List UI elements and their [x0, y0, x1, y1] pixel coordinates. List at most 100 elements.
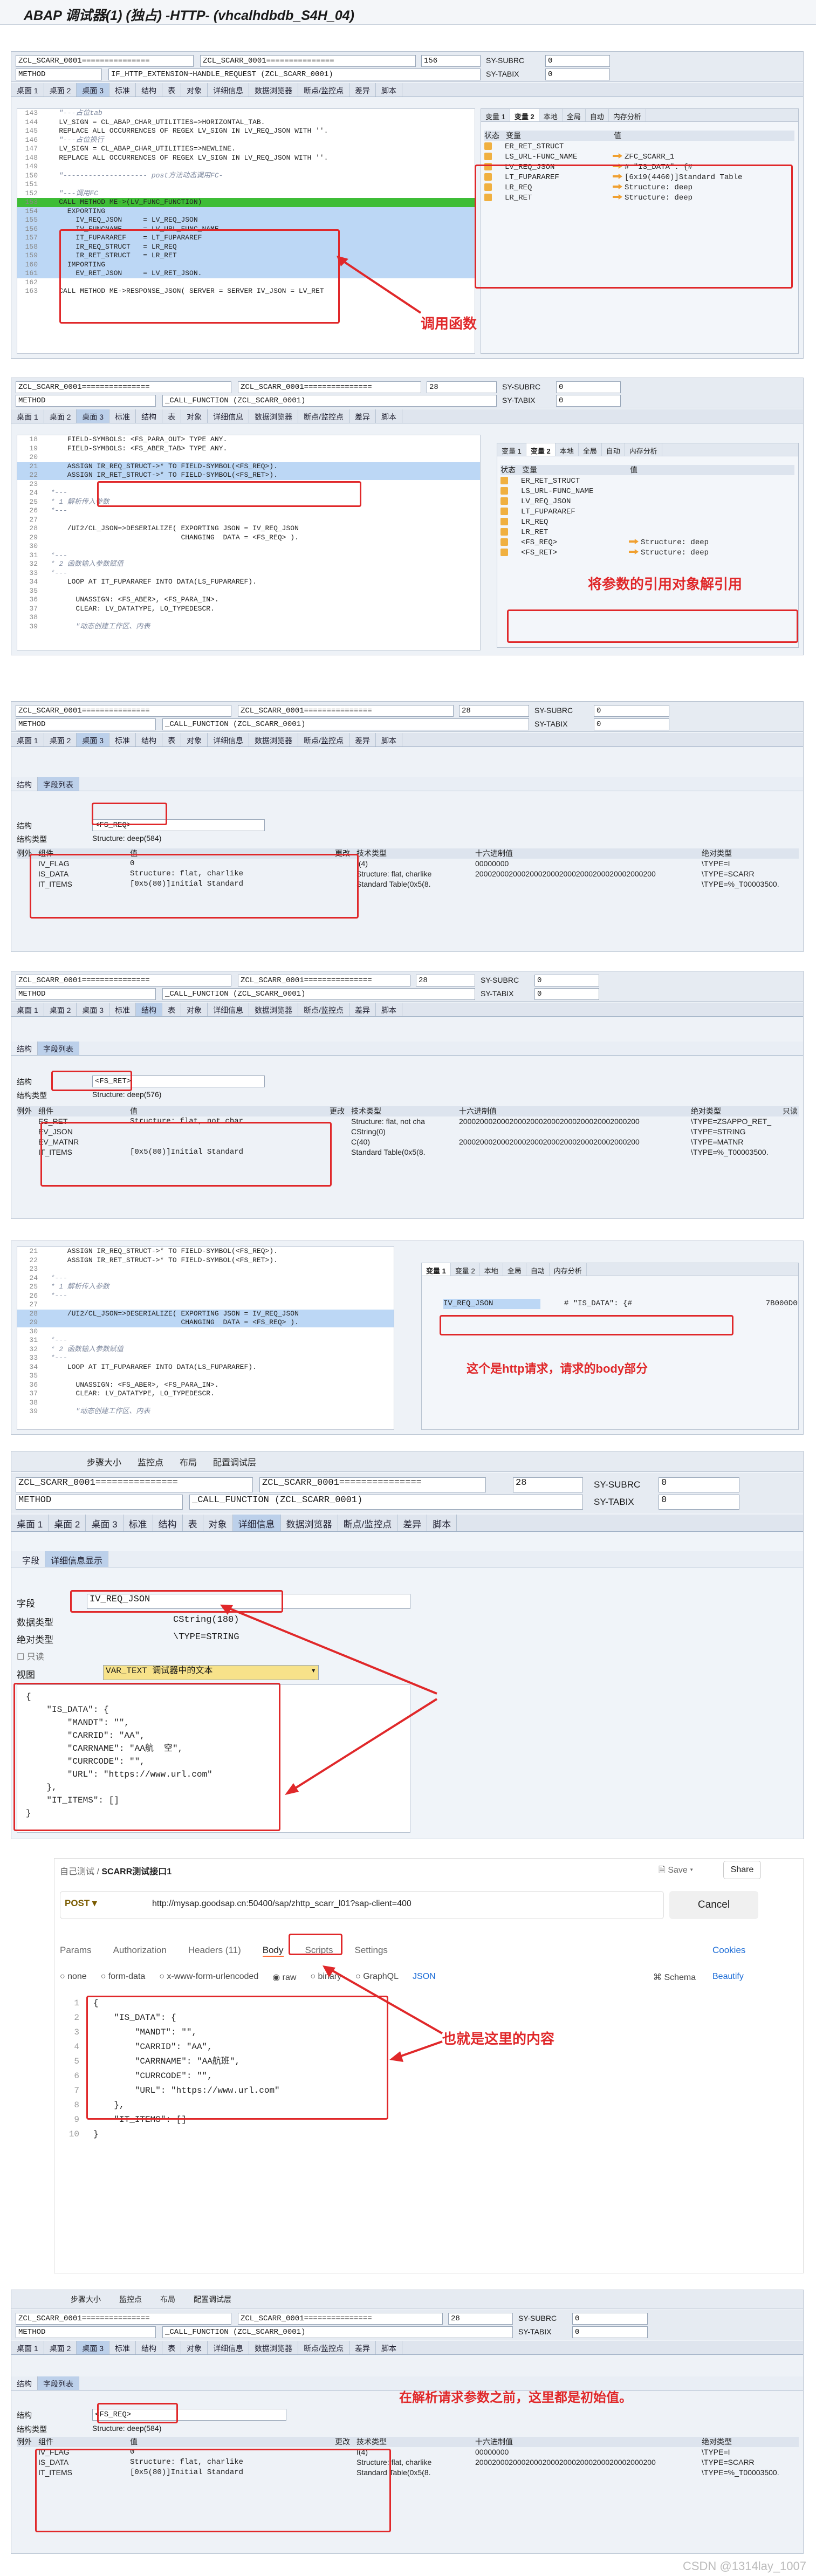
tab-3[interactable]: 标准 [109, 83, 136, 97]
include-field[interactable]: ZCL_SCARR_0001=============== [238, 381, 421, 393]
tab-2[interactable]: 桌面 3 [77, 83, 110, 97]
variable-row[interactable]: LS_URL-FUNC_NAME ZFC_SCARR_1 [484, 151, 794, 161]
tab-0[interactable]: 桌面 1 [11, 1515, 49, 1531]
tab-3[interactable]: 标准 [109, 2341, 136, 2354]
toolbar-button-1[interactable]: 监控点 [119, 2294, 142, 2305]
variable-tab-0[interactable]: 变量 1 [422, 1263, 451, 1276]
tab-7[interactable]: 详细信息 [232, 1515, 281, 1531]
tab-8[interactable]: 数据浏览器 [249, 733, 299, 746]
tab-3[interactable]: 标准 [109, 409, 136, 423]
variable-row[interactable]: IV_REQ_JSON # "IS_DATA": {# 7B000D000 [443, 1298, 798, 1309]
tab-6[interactable]: 对象 [181, 83, 208, 97]
tab-10[interactable]: 差异 [349, 83, 376, 97]
save-button[interactable]: 🗎 Save ▾ [659, 1864, 693, 1879]
variable-tab-2[interactable]: 本地 [480, 1263, 503, 1276]
variable-tab-5[interactable]: 内存分析 [550, 1263, 587, 1276]
tab-11[interactable]: 脚本 [376, 2341, 402, 2354]
variable-row[interactable]: <FS_REQ> Structure: deep [500, 537, 794, 547]
tab-field-list[interactable]: 字段列表 [38, 1042, 79, 1055]
program-field[interactable]: ZCL_SCARR_0001=============== [16, 1477, 253, 1492]
body-type-2[interactable]: ○ x-www-form-urlencoded [159, 1972, 258, 1983]
tab-9[interactable]: 断点/监控点 [298, 83, 349, 97]
tab-6[interactable]: 对象 [181, 1003, 208, 1016]
tab-11[interactable]: 脚本 [376, 733, 402, 746]
tab-4[interactable]: 结构 [136, 2341, 163, 2354]
variable-tab-3[interactable]: 全局 [563, 109, 586, 121]
tab-2[interactable]: 桌面 3 [86, 1515, 124, 1531]
breadcrumb-request[interactable]: SCARR测试接口1 [101, 1867, 172, 1876]
method-field[interactable]: _CALL_FUNCTION (ZCL_SCARR_0001) [162, 718, 529, 730]
tab-11[interactable]: 脚本 [427, 1515, 457, 1531]
variable-tab-1[interactable]: 变量 2 [510, 109, 539, 121]
tab-1[interactable]: 桌面 2 [44, 83, 77, 97]
program-field[interactable]: ZCL_SCARR_0001=============== [16, 55, 194, 67]
include-field[interactable]: ZCL_SCARR_0001=============== [238, 2313, 443, 2325]
request-tab-2[interactable]: Headers (11) [188, 1945, 241, 1957]
include-field[interactable]: ZCL_SCARR_0001=============== [200, 55, 416, 67]
method-field[interactable]: IF_HTTP_EXTENSION~HANDLE_REQUEST (ZCL_SC… [108, 68, 481, 80]
tab-3[interactable]: 标准 [124, 1515, 153, 1531]
tab-7[interactable]: 详细信息 [208, 83, 250, 97]
source-code-editor[interactable]: 21 ASSIGN IR_REQ_STRUCT->* TO FIELD-SYMB… [17, 1246, 394, 1430]
tab-6[interactable]: 对象 [181, 733, 208, 746]
variable-row[interactable]: LR_RET [500, 526, 794, 537]
tab-4[interactable]: 结构 [136, 409, 163, 423]
tab-5[interactable]: 表 [162, 83, 182, 97]
tab-structure[interactable]: 结构 [11, 777, 38, 791]
variable-tab-2[interactable]: 本地 [539, 109, 563, 121]
tab-5[interactable]: 表 [162, 1003, 182, 1016]
config-layer-button[interactable]: 配置调试层 [213, 1455, 256, 1468]
tab-10[interactable]: 差异 [349, 409, 376, 423]
tab-structure[interactable]: 结构 [11, 2376, 38, 2390]
tab-11[interactable]: 脚本 [376, 1003, 402, 1016]
line-field[interactable]: 28 [513, 1477, 583, 1492]
method-field[interactable]: _CALL_FUNCTION (ZCL_SCARR_0001) [189, 1495, 583, 1510]
method-select[interactable]: POST ▾ [65, 1898, 97, 1909]
tab-8[interactable]: 数据浏览器 [249, 2341, 299, 2354]
tab-0[interactable]: 桌面 1 [11, 83, 44, 97]
tab-7[interactable]: 详细信息 [208, 733, 250, 746]
tab-0[interactable]: 桌面 1 [11, 409, 44, 423]
body-type-3[interactable]: ◉ raw [272, 1972, 296, 1983]
tab-4[interactable]: 结构 [153, 1515, 183, 1531]
include-field[interactable]: ZCL_SCARR_0001=============== [238, 975, 410, 986]
readonly-checkbox[interactable]: ☐ 只读 [17, 1649, 44, 1662]
tab-7[interactable]: 详细信息 [208, 2341, 250, 2354]
cancel-button[interactable]: Cancel [669, 1891, 758, 1919]
tab-1[interactable]: 桌面 2 [49, 1515, 86, 1531]
tab-10[interactable]: 差异 [349, 2341, 376, 2354]
tab-3[interactable]: 标准 [109, 1003, 136, 1016]
tab-detail-display[interactable]: 详细信息显示 [45, 1551, 109, 1567]
beautify-button[interactable]: Beautify [712, 1972, 744, 1982]
program-field[interactable]: ZCL_SCARR_0001=============== [16, 975, 231, 986]
tab-1[interactable]: 桌面 2 [44, 2341, 77, 2354]
variable-tab-4[interactable]: 自动 [586, 109, 609, 121]
program-field[interactable]: ZCL_SCARR_0001=============== [16, 705, 231, 717]
variable-row[interactable]: LS_URL-FUNC_NAME [500, 485, 794, 496]
tab-4[interactable]: 结构 [136, 83, 163, 97]
tab-5[interactable]: 表 [162, 733, 182, 746]
request-tab-5[interactable]: Settings [354, 1945, 387, 1957]
tab-9[interactable]: 断点/监控点 [298, 733, 349, 746]
layout-button[interactable]: 布局 [180, 1455, 197, 1468]
tab-7[interactable]: 详细信息 [208, 409, 250, 423]
share-button[interactable]: Share [723, 1861, 761, 1879]
tab-3[interactable]: 标准 [109, 733, 136, 746]
variable-tab-0[interactable]: 变量 1 [481, 109, 510, 121]
tab-4[interactable]: 结构 [136, 1003, 163, 1016]
toolbar-button-0[interactable]: 步骤大小 [71, 2294, 101, 2305]
tab-9[interactable]: 断点/监控点 [338, 1515, 398, 1531]
request-tab-1[interactable]: Authorization [113, 1945, 167, 1957]
step-size-button[interactable]: 步骤大小 [87, 1455, 121, 1468]
request-tab-3[interactable]: Body [262, 1945, 284, 1957]
body-type-1[interactable]: ○ form-data [101, 1972, 146, 1983]
tab-0[interactable]: 桌面 1 [11, 2341, 44, 2354]
line-field[interactable]: 28 [427, 381, 497, 393]
method-field[interactable]: _CALL_FUNCTION (ZCL_SCARR_0001) [162, 988, 475, 1000]
variable-row[interactable]: ER_RET_STRUCT [500, 475, 794, 485]
variable-tab-5[interactable]: 内存分析 [609, 109, 646, 121]
tab-4[interactable]: 结构 [136, 733, 163, 746]
tab-2[interactable]: 桌面 3 [77, 733, 110, 746]
variable-tab-4[interactable]: 自动 [602, 443, 625, 456]
tab-field-list[interactable]: 字段列表 [38, 2376, 79, 2390]
